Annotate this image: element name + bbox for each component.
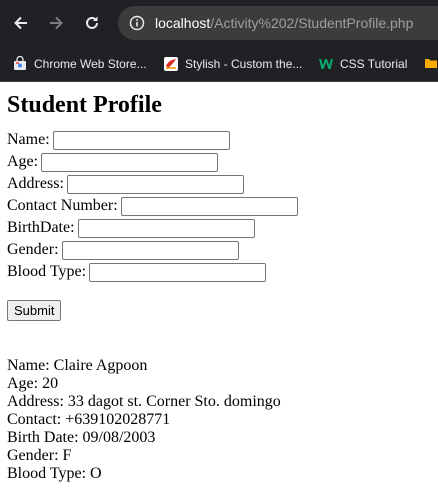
chrome-web-store-icon [12, 55, 28, 72]
reload-icon[interactable] [80, 11, 104, 35]
address-label: Address: [7, 175, 64, 192]
bookmark-label: CSS Tutorial [340, 56, 408, 71]
address-input[interactable] [66, 174, 244, 194]
output-age: Age: 20 [7, 375, 59, 392]
bookmark-label: Chrome Web Store... [34, 56, 147, 71]
forward-arrow-icon[interactable] [44, 11, 68, 35]
address-bar[interactable]: localhost/Activity%202/StudentProfile.ph… [118, 6, 438, 40]
form-row-contact: Contact Number: [7, 195, 431, 217]
output-gender: Gender: F [7, 447, 72, 464]
bookmark-css-tutorial[interactable]: CSS Tutorial [318, 46, 407, 81]
birthdate-input[interactable] [77, 218, 255, 238]
output-name: Name: Claire Agpoon [7, 357, 148, 374]
bookmark-label: Stylish - Custom the... [185, 56, 303, 71]
site-info-icon[interactable] [128, 14, 146, 32]
submit-wrapper: Submit [7, 300, 431, 321]
age-label: Age: [7, 153, 39, 170]
form-row-birthdate: BirthDate: [7, 217, 431, 239]
form-row-age: Age: [7, 151, 431, 173]
contact-number-input[interactable] [120, 196, 298, 216]
form-row-gender: Gender: [7, 239, 431, 261]
form-row-address: Address: [7, 173, 431, 195]
browser-toolbar: localhost/Activity%202/StudentProfile.ph… [0, 0, 438, 46]
form-row-blood-type: Blood Type: [7, 261, 431, 283]
blood-type-label: Blood Type: [7, 263, 87, 280]
bookmarks-bar: Chrome Web Store... Stylish - Custom the… [0, 46, 438, 82]
form-row-name: Name: [7, 129, 431, 151]
gender-label: Gender: [7, 241, 59, 258]
output-birth-date: Birth Date: 09/08/2003 [7, 429, 156, 446]
back-arrow-icon[interactable] [9, 11, 33, 35]
output-blood-type: Blood Type: O [7, 465, 102, 482]
blood-type-input[interactable] [89, 262, 267, 282]
name-label: Name: [7, 131, 50, 148]
profile-output: Name: Claire Agpoon Age: 20 Address: 33 … [7, 357, 431, 483]
page-title: Student Profile [7, 92, 162, 118]
output-address: Address: 33 dagot st. Corner Sto. doming… [7, 393, 281, 410]
page-content: Student Profile Name: Age: Address: Cont… [0, 91, 438, 483]
url-path: /Activity%202/StudentProfile.php [210, 15, 414, 31]
age-input[interactable] [41, 152, 219, 172]
submit-button[interactable]: Submit [7, 300, 62, 321]
bookmark-chrome-web-store[interactable]: Chrome Web Store... [12, 46, 147, 81]
output-contact: Contact: +639102028771 [7, 411, 171, 428]
contact-number-label: Contact Number: [7, 197, 118, 214]
stylish-icon [163, 56, 179, 72]
folder-icon[interactable] [424, 56, 438, 73]
w3schools-icon [318, 56, 334, 72]
gender-input[interactable] [61, 240, 239, 260]
name-input[interactable] [52, 130, 230, 150]
student-profile-form: Name: Age: Address: Contact Number: Birt… [7, 129, 431, 321]
bookmark-stylish[interactable]: Stylish - Custom the... [163, 46, 302, 81]
birthdate-label: BirthDate: [7, 219, 75, 236]
url-host: localhost [155, 15, 211, 31]
url-text[interactable]: localhost/Activity%202/StudentProfile.ph… [155, 15, 413, 31]
